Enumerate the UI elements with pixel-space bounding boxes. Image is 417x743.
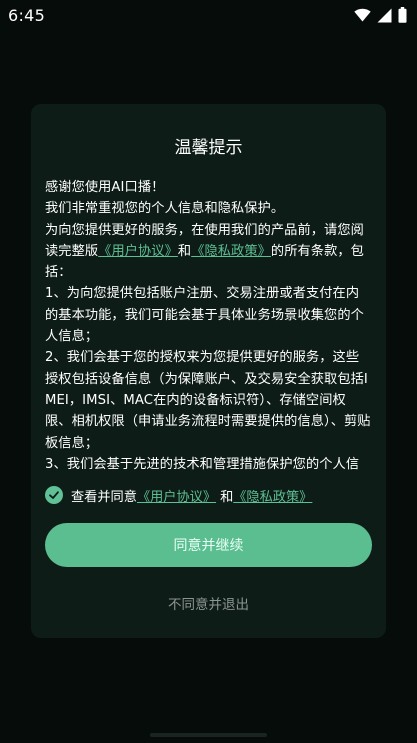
agree-row: 查看并同意 《用户协议》 和 《隐私政策》 (45, 484, 312, 506)
content-paragraph: 1、为向您提供包括账户注册、交易注册或者支付在内的基本功能，我们可能会基于具体业… (45, 286, 364, 345)
agree-label: 查看并同意 (71, 489, 137, 505)
status-time: 6:45 (8, 5, 46, 25)
privacy-policy-link[interactable]: 《隐私政策》 (191, 244, 271, 259)
agree-checkbox[interactable] (45, 486, 63, 504)
user-agreement-link[interactable]: 《用户协议》 (98, 244, 178, 259)
content-text: 和 (177, 243, 192, 259)
agree-continue-button[interactable]: 同意并继续 (45, 523, 372, 567)
content-paragraph: 感谢您使用AI口播！ (45, 180, 165, 195)
content-paragraph: 我们非常重视您的个人信息和隐私保护。 (45, 201, 285, 217)
agree-and-label: 和 (220, 489, 234, 505)
signal-icon (377, 8, 392, 23)
status-icons (354, 7, 407, 23)
dialog-title: 温馨提示 (174, 138, 243, 158)
dialog-content-scroll[interactable]: 感谢您使用AI口播！ 我们非常重视您的个人信息和隐私保护。 为向您提供更好的服务… (45, 177, 371, 475)
home-indicator (150, 733, 267, 737)
screen: 6:45 温馨提示 感谢您使用AI口播！ 我们非常重视您的个人信息和隐私保护。 … (0, 0, 417, 743)
agree-privacy-policy-link[interactable]: 《隐私政策》 (233, 486, 312, 505)
status-bar: 6:45 (0, 0, 417, 30)
content-paragraph: 2、我们会基于您的授权来为您提供更好的服务，这些授权包括设备信息（为保障账户、及… (45, 350, 371, 451)
check-icon (49, 491, 59, 499)
disagree-exit-button[interactable]: 不同意并退出 (45, 590, 372, 616)
wifi-icon (354, 8, 371, 22)
agree-user-agreement-link[interactable]: 《用户协议》 (137, 486, 216, 505)
content-paragraph: 3、我们会基于先进的技术和管理措施保护您的个人信息安全； (45, 456, 360, 472)
battery-icon (398, 7, 407, 23)
content-paragraph: 为向您提供更好的服务，在使用我们的产品前，请您阅读完整版《用户协议》和《隐私政策… (45, 220, 371, 284)
